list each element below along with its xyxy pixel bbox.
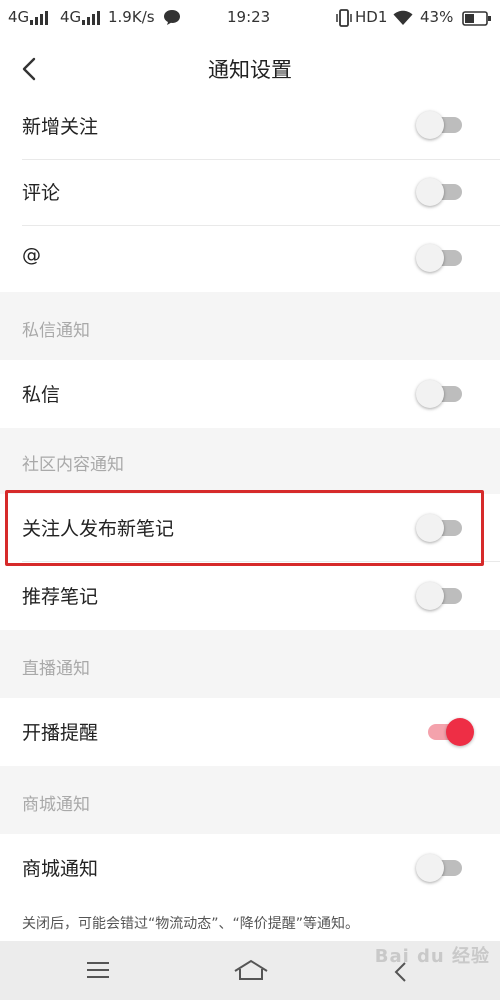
toggle-mall[interactable] [416,853,466,883]
setting-row-private-message[interactable]: 私信 [0,360,500,428]
status-bar: 4G 4G 1.9K/s 19:23 HD1 43% [0,0,500,36]
section-header-mall: 商城通知 [0,766,500,834]
setting-row-live-reminder[interactable]: 开播提醒 [0,698,500,766]
toggle-comment[interactable] [416,177,466,207]
section-label: 私信通知 [22,321,90,341]
message-icon [164,10,180,25]
toggle-new-follow[interactable] [416,110,466,140]
toggle-recommended-notes[interactable] [416,581,466,611]
signal-bars-icon [82,11,100,25]
setting-row-comment[interactable]: 评论 [0,160,500,226]
wifi-icon [393,10,413,25]
setting-row-recommended-notes[interactable]: 推荐笔记 [0,562,500,630]
highlight-box [5,490,484,566]
watermark-logo: Bai du 经验 [374,946,490,967]
signal-label-2: 4G [60,8,82,26]
row-label: 推荐笔记 [22,586,99,608]
vibrate-icon [336,9,352,27]
battery-percent: 43% [420,8,454,26]
page-title: 通知设置 [208,58,292,82]
title-bar: 通知设置 [0,36,500,100]
signal-label-1: 4G [8,8,30,26]
setting-row-new-follow[interactable]: 新增关注 [0,100,500,160]
section-header-live: 直播通知 [0,630,500,698]
section-header-private: 私信通知 [0,292,500,360]
section-label: 直播通知 [22,659,90,679]
section-label: 社区内容通知 [22,455,124,475]
setting-row-mention[interactable]: @ [0,226,500,292]
home-icon[interactable] [233,959,269,981]
section-label: 商城通知 [22,795,90,815]
footer-note: 关闭后，可能会错过“物流动态”、“降价提醒”等通知。 [0,905,500,941]
menu-icon[interactable] [86,961,110,979]
toggle-live-reminder[interactable] [424,717,474,747]
network-speed: 1.9K/s [108,8,155,26]
section-header-community: 社区内容通知 [0,428,500,494]
row-label: 评论 [22,182,61,204]
row-label: 新增关注 [22,116,99,138]
row-label: 私信 [22,384,61,406]
setting-row-mall[interactable]: 商城通知 [0,834,500,905]
signal-bars-icon [30,11,48,25]
hd-label: HD1 [355,8,388,26]
clock: 19:23 [227,8,271,26]
row-label: @ [22,244,41,266]
toggle-mention[interactable] [416,243,466,273]
battery-icon [462,11,491,26]
toggle-private-message[interactable] [416,379,466,409]
row-label: 开播提醒 [22,722,99,744]
row-label: 商城通知 [22,858,99,880]
footer-note-text: 关闭后，可能会错过“物流动态”、“降价提醒”等通知。 [22,916,360,932]
